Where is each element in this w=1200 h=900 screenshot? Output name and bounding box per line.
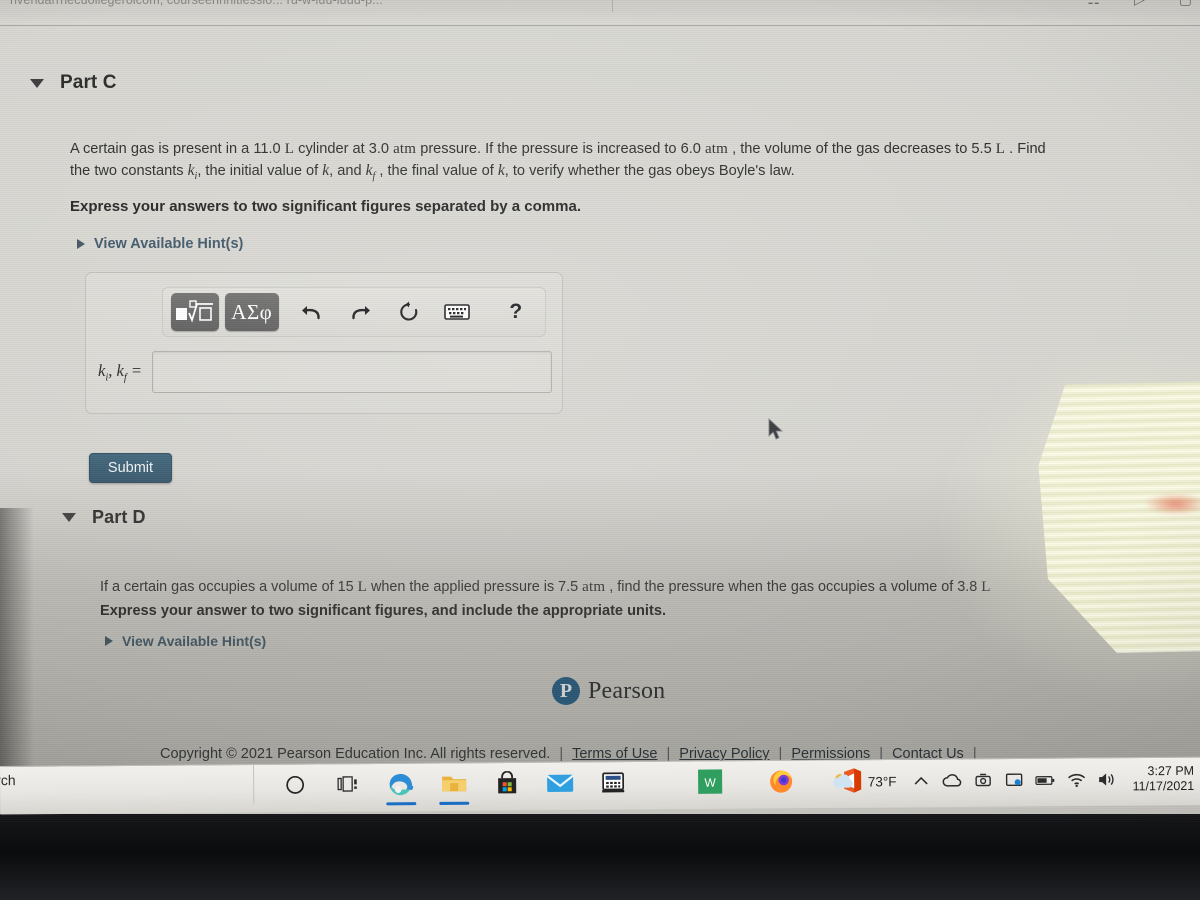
taskbar-app-icons: W — [278, 760, 869, 805]
unit-atm: atm — [582, 579, 606, 595]
q-text: . Find — [1005, 141, 1046, 157]
hint-link-label: View Available Hint(s) — [122, 633, 267, 649]
radical-template-icon[interactable] — [171, 293, 220, 331]
redo-icon[interactable] — [339, 293, 381, 331]
caret-down-icon[interactable] — [30, 78, 44, 88]
reset-icon[interactable] — [388, 293, 430, 331]
part-d-title: Part D — [92, 507, 146, 527]
part-c-question-line1: A certain gas is present in a 11.0 L cyl… — [70, 139, 1200, 160]
footer-separator: | — [666, 746, 671, 762]
q-text: , to verify whether the gas obeys Boyle'… — [504, 163, 795, 179]
mastering-chemistry-page: Part C A certain gas is present in a 11.… — [0, 26, 1200, 766]
q-text: A certain gas is present in a 11.0 — [70, 141, 285, 157]
submit-button[interactable]: Submit — [89, 453, 172, 483]
unit-liter: L — [981, 579, 991, 595]
caret-right-icon — [105, 636, 113, 646]
q-text: , the volume of the gas decreases to 5.5 — [728, 141, 996, 157]
greek-letters-button[interactable]: ΑΣφ — [225, 293, 279, 331]
battery-icon[interactable] — [1035, 770, 1055, 790]
clock-time: 3:27 PM — [1147, 763, 1195, 779]
task-view-icon[interactable] — [331, 767, 365, 802]
caret-right-icon — [77, 239, 85, 249]
part-d-view-hints-link[interactable]: View Available Hint(s) — [105, 633, 266, 649]
math-toolbar: ΑΣφ ? — [162, 287, 546, 337]
variable-k-initial: ki — [187, 162, 198, 183]
windows-taskbar: rch W 73°F 3:27 PM 11/17/2021 — [0, 756, 1200, 815]
copyright-text: Copyright © 2021 Pearson Education Inc. … — [160, 746, 551, 762]
mouse-cursor-icon — [768, 417, 785, 447]
q-text: , the initial value of — [197, 163, 323, 179]
taskbar-search-box[interactable]: rch — [0, 772, 16, 788]
microsoft-store-icon[interactable] — [490, 766, 524, 801]
address-bar-text[interactable]: nvendarrnecuoilegeroicom, courseenriniti… — [10, 0, 383, 7]
taskbar-temperature: 73°F — [867, 773, 897, 789]
onedrive-icon[interactable] — [942, 771, 962, 791]
svg-text:W: W — [704, 776, 716, 790]
browser-toolbar-icons: ☷ ▷ ▢ — [1087, 0, 1192, 8]
hint-link-label: View Available Hint(s) — [94, 236, 244, 252]
volume-icon[interactable] — [1097, 769, 1117, 789]
part-d-header[interactable]: Part D — [62, 507, 146, 528]
unit-atm: atm — [704, 141, 729, 157]
cortana-icon[interactable] — [278, 768, 312, 803]
taskbar-clock[interactable]: 3:27 PM 11/17/2021 — [1132, 764, 1194, 795]
collections-icon[interactable]: ☷ — [1087, 0, 1100, 8]
unit-liter: L — [995, 141, 1006, 157]
pearson-p-icon: P — [552, 677, 580, 705]
q-text: , the final value of — [375, 163, 498, 179]
clock-date: 11/17/2021 — [1132, 778, 1195, 794]
calculator-icon[interactable] — [596, 765, 630, 800]
footer-separator: | — [559, 746, 564, 762]
q-text: the two constants — [70, 163, 188, 179]
file-explorer-icon[interactable] — [437, 766, 471, 801]
q-text: If a certain gas occupies a volume of 15 — [100, 579, 358, 595]
part-c-question-line2: the two constants ki, the initial value … — [70, 160, 1200, 187]
unit-liter: L — [357, 579, 367, 595]
laptop-deck — [0, 814, 1200, 900]
undo-icon[interactable] — [291, 293, 333, 331]
answer-label: ki, kf = — [98, 360, 143, 384]
firefox-icon[interactable] — [764, 764, 798, 799]
terms-of-use-link[interactable]: Terms of Use — [572, 746, 657, 762]
part-d-question: If a certain gas occupies a volume of 15… — [100, 577, 1200, 598]
q-text: pressure. If the pressure is increased t… — [416, 141, 705, 157]
part-c-instruction: Express your answers to two significant … — [70, 198, 581, 215]
variable-k-final: kf — [365, 162, 376, 183]
help-icon[interactable]: ? — [495, 293, 537, 331]
taskbar-tray: 73°F 3:27 PM 11/17/2021 — [831, 758, 1195, 803]
variable-k: k — [497, 162, 505, 179]
q-text: cylinder at 3.0 — [294, 141, 394, 157]
part-c-answer-box: ΑΣφ ? ki, kf = — [85, 272, 563, 414]
chrome-divider — [612, 0, 613, 12]
q-text: , and — [329, 163, 366, 179]
wifi-icon[interactable] — [1066, 770, 1086, 790]
answer-input[interactable] — [152, 351, 552, 393]
mail-icon[interactable] — [543, 766, 577, 801]
part-c-title: Part C — [60, 72, 117, 93]
taskbar-divider — [253, 765, 255, 804]
q-text: when the applied pressure is 7.5 — [366, 579, 583, 595]
pearson-logo: P Pearson — [552, 677, 665, 705]
pearson-wordmark: Pearson — [588, 677, 666, 704]
camera-privacy-icon[interactable] — [973, 770, 993, 790]
sun-cloud-icon[interactable] — [831, 768, 857, 794]
part-c-view-hints-link[interactable]: View Available Hint(s) — [77, 236, 243, 252]
part-d-instruction: Express your answer to two significant f… — [100, 603, 667, 619]
keyboard-icon[interactable] — [436, 293, 478, 331]
profile-icon[interactable]: ▢ — [1179, 0, 1192, 8]
display-settings-icon[interactable] — [1004, 770, 1024, 790]
unit-atm: atm — [393, 141, 417, 157]
microsoft-edge-icon[interactable] — [384, 767, 418, 802]
unit-liter: L — [284, 141, 295, 157]
excel-icon[interactable]: W — [693, 764, 727, 799]
answer-input-row: ki, kf = — [98, 351, 552, 393]
q-text: , find the pressure when the gas occupie… — [605, 579, 982, 595]
screen-area: nvendarrnecuoilegeroicom, courseenriniti… — [0, 0, 1200, 823]
share-icon[interactable]: ▷ — [1134, 0, 1145, 8]
browser-chrome: nvendarrnecuoilegeroicom, courseenriniti… — [0, 0, 1200, 26]
laptop-screen-photo: nvendarrnecuoilegeroicom, courseenriniti… — [0, 0, 1200, 900]
part-c-header[interactable]: Part C — [30, 72, 117, 94]
caret-down-icon[interactable] — [62, 513, 76, 522]
chevron-up-icon[interactable] — [911, 771, 931, 791]
